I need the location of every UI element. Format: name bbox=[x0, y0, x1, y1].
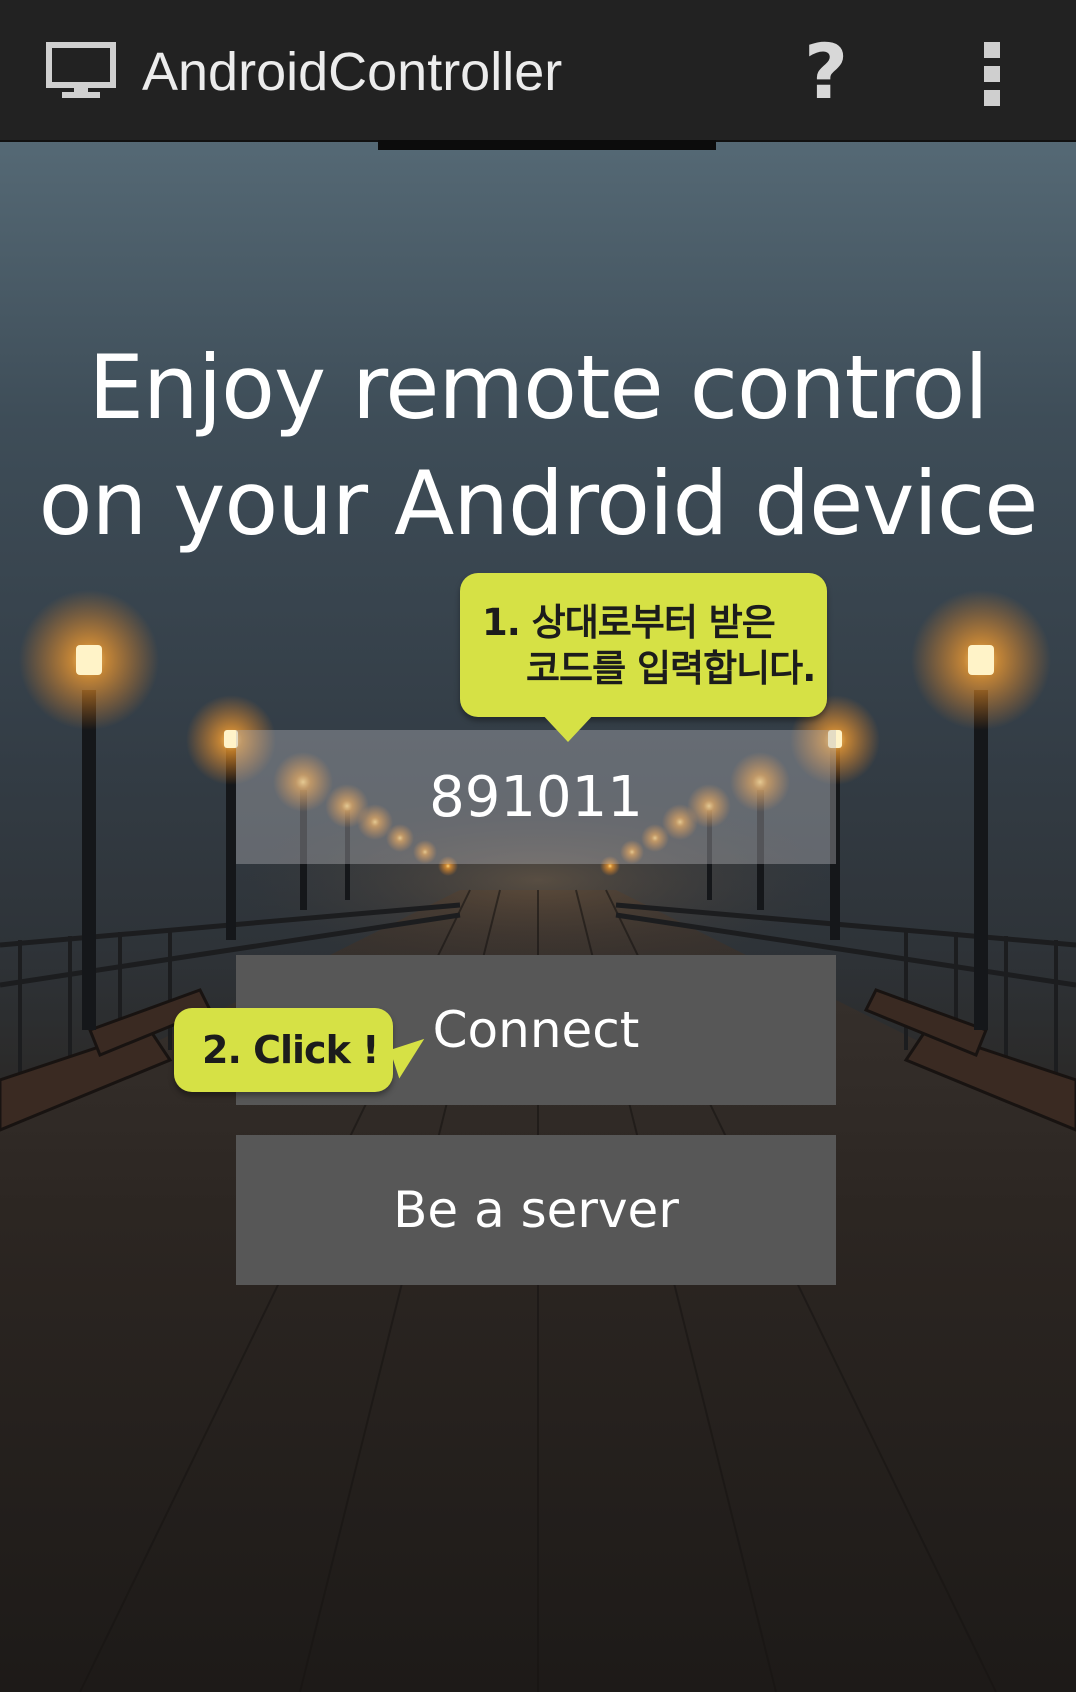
headline-line-1: Enjoy remote control bbox=[88, 336, 988, 439]
tab-indicator bbox=[378, 140, 716, 150]
step1-tooltip: 1. 상대로부터 받은 코드를 입력합니다. bbox=[460, 573, 827, 717]
app-title: AndroidController bbox=[142, 42, 563, 102]
question-mark-icon: ? bbox=[803, 27, 849, 116]
monitor-icon bbox=[46, 42, 116, 98]
step1-tooltip-tail bbox=[540, 712, 596, 742]
be-a-server-button[interactable]: Be a server bbox=[236, 1135, 836, 1285]
help-button[interactable]: ? bbox=[790, 20, 862, 124]
code-input[interactable] bbox=[236, 730, 836, 864]
headline-line-2: on your Android device bbox=[38, 452, 1039, 555]
screen: AndroidController ? Enjoy remote control… bbox=[0, 0, 1076, 1692]
step1-tooltip-line2: 코드를 입력합니다. bbox=[526, 647, 816, 690]
headline: Enjoy remote control on your Android dev… bbox=[0, 330, 1076, 562]
step1-tooltip-line1: 1. 상대로부터 받은 bbox=[482, 601, 776, 644]
step2-tooltip-text: 2. Click ! bbox=[202, 1028, 379, 1072]
overflow-menu-icon[interactable] bbox=[972, 34, 1012, 110]
action-bar: AndroidController ? bbox=[0, 0, 1076, 142]
step2-tooltip: 2. Click ! bbox=[174, 1008, 393, 1092]
